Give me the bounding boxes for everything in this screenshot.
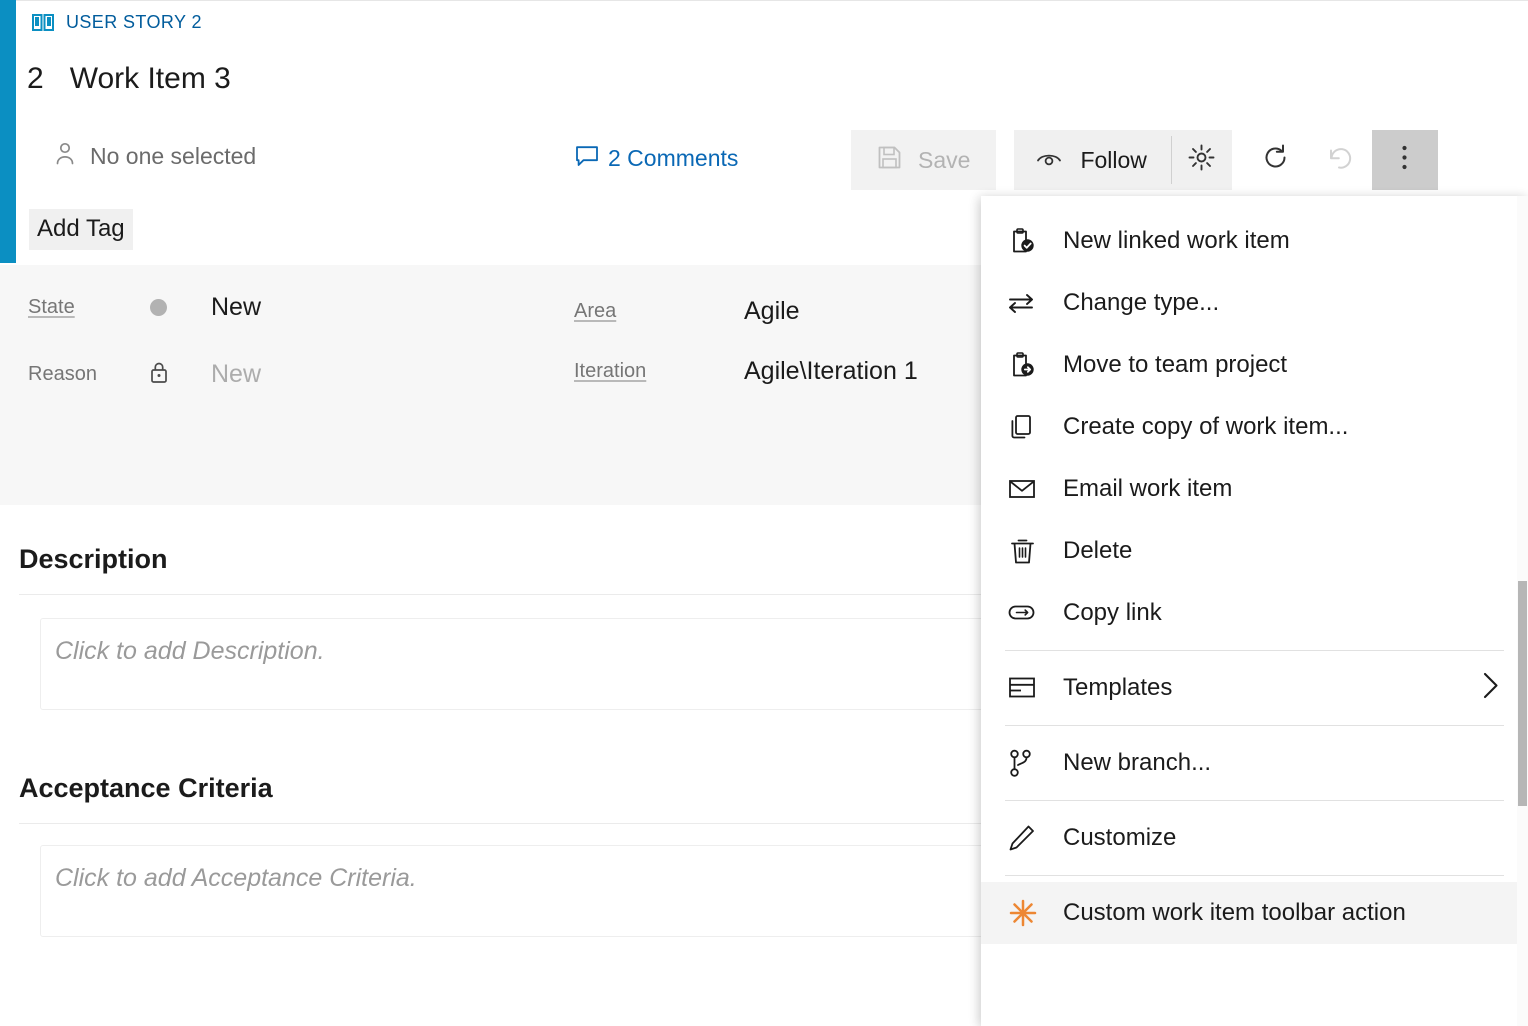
undo-arrow-icon	[1326, 144, 1354, 176]
menu-item-create-copy-of-work-item[interactable]: Create copy of work item...	[981, 396, 1528, 458]
work-item-title-row: 2 Work Item 3	[27, 62, 231, 96]
revert-button[interactable]	[1308, 130, 1372, 190]
field-reason: Reason New	[28, 360, 261, 389]
menu-item-customize[interactable]: Customize	[981, 807, 1528, 869]
menu-item-label: Customize	[1063, 824, 1176, 852]
pencil-icon	[1008, 824, 1042, 853]
field-area[interactable]: Area Agile	[574, 297, 800, 326]
work-item-form: USER STORY 2 2 Work Item 3 No one select…	[0, 0, 1528, 1026]
more-vertical-icon	[1401, 144, 1408, 176]
menu-item-label: Move to team project	[1063, 351, 1287, 379]
templates-icon	[1008, 676, 1042, 700]
top-divider	[16, 0, 1528, 1]
assignee-label: No one selected	[90, 143, 256, 170]
menu-item-label: New branch...	[1063, 749, 1211, 777]
menu-item-templates[interactable]: Templates	[981, 657, 1528, 719]
eye-icon	[1036, 147, 1062, 174]
more-actions-button[interactable]	[1372, 130, 1438, 190]
refresh-icon	[1262, 144, 1289, 176]
follow-button[interactable]: Follow	[1014, 130, 1170, 190]
menu-item-delete[interactable]: Delete	[981, 520, 1528, 582]
menu-item-custom-work-item-toolbar-action[interactable]: Custom work item toolbar action	[981, 882, 1528, 944]
menu-item-copy-link[interactable]: Copy link	[981, 582, 1528, 644]
field-iteration-label: Iteration	[574, 360, 744, 383]
comments-link[interactable]: 2 Comments	[575, 144, 738, 173]
menu-item-new-linked-work-item[interactable]: New linked work item	[981, 210, 1528, 272]
field-state-label: State	[28, 296, 150, 319]
field-area-value: Agile	[744, 297, 800, 326]
add-tag-button[interactable]: Add Tag	[29, 209, 133, 250]
field-reason-value: New	[211, 360, 261, 389]
work-item-type-accent-bar	[0, 0, 16, 263]
refresh-button[interactable]	[1244, 130, 1308, 190]
work-item-toolbar: Save Follow	[851, 130, 1438, 190]
save-label: Save	[918, 147, 970, 174]
menu-item-label: Change type...	[1063, 289, 1219, 317]
copy-icon	[1008, 413, 1042, 442]
field-state-value: New	[211, 293, 261, 322]
gear-icon	[1188, 144, 1215, 176]
asterisk-icon	[1008, 898, 1042, 928]
save-button[interactable]: Save	[851, 130, 996, 190]
swap-arrows-icon	[1008, 292, 1042, 314]
acceptance-criteria-section-title: Acceptance Criteria	[19, 773, 273, 804]
work-item-type-label: USER STORY 2	[66, 12, 202, 33]
context-menu-scroll-thumb[interactable]	[1518, 581, 1527, 806]
menu-separator	[1005, 650, 1504, 651]
field-reason-label: Reason	[28, 363, 150, 386]
field-area-label: Area	[574, 300, 744, 323]
trash-icon	[1008, 537, 1042, 566]
menu-item-label: New linked work item	[1063, 227, 1290, 255]
follow-label: Follow	[1080, 147, 1146, 174]
menu-item-email-work-item[interactable]: Email work item	[981, 458, 1528, 520]
comment-icon	[575, 144, 599, 173]
field-state[interactable]: State New	[28, 293, 261, 322]
assignee-field[interactable]: No one selected	[54, 141, 256, 172]
chevron-right-icon	[1482, 671, 1500, 706]
work-item-id: 2	[27, 62, 44, 96]
menu-item-change-type[interactable]: Change type...	[981, 272, 1528, 334]
work-item-context-menu: New linked work item Change type...	[981, 196, 1528, 1026]
lock-icon	[150, 361, 168, 389]
field-iteration-value: Agile\Iteration 1	[744, 357, 918, 386]
link-icon	[1008, 604, 1042, 622]
menu-item-label: Delete	[1063, 537, 1132, 565]
menu-item-label: Custom work item toolbar action	[1063, 899, 1406, 927]
context-menu-scrollbar[interactable]	[1517, 196, 1528, 1026]
person-icon	[54, 141, 76, 172]
menu-item-move-to-team-project[interactable]: Move to team project	[981, 334, 1528, 396]
menu-separator	[1005, 725, 1504, 726]
menu-item-label: Copy link	[1063, 599, 1162, 627]
work-item-type-row: USER STORY 2	[32, 12, 202, 33]
clipboard-check-icon	[1008, 227, 1042, 256]
menu-item-label: Templates	[1063, 674, 1172, 702]
state-dot	[150, 299, 167, 316]
follow-settings-button[interactable]	[1172, 130, 1232, 190]
save-disk-icon	[877, 145, 902, 176]
menu-separator	[1005, 875, 1504, 876]
menu-item-new-branch[interactable]: New branch...	[981, 732, 1528, 794]
description-section-title: Description	[19, 544, 168, 575]
branch-icon	[1008, 749, 1042, 778]
envelope-icon	[1008, 478, 1042, 500]
follow-button-group: Follow	[1014, 130, 1231, 190]
book-icon	[32, 13, 54, 33]
menu-item-label: Create copy of work item...	[1063, 413, 1348, 441]
clipboard-arrow-icon	[1008, 351, 1042, 380]
comments-count-label: 2 Comments	[608, 145, 738, 172]
menu-separator	[1005, 800, 1504, 801]
work-item-title[interactable]: Work Item 3	[70, 62, 231, 96]
menu-item-label: Email work item	[1063, 475, 1232, 503]
field-iteration[interactable]: Iteration Agile\Iteration 1	[574, 357, 918, 386]
